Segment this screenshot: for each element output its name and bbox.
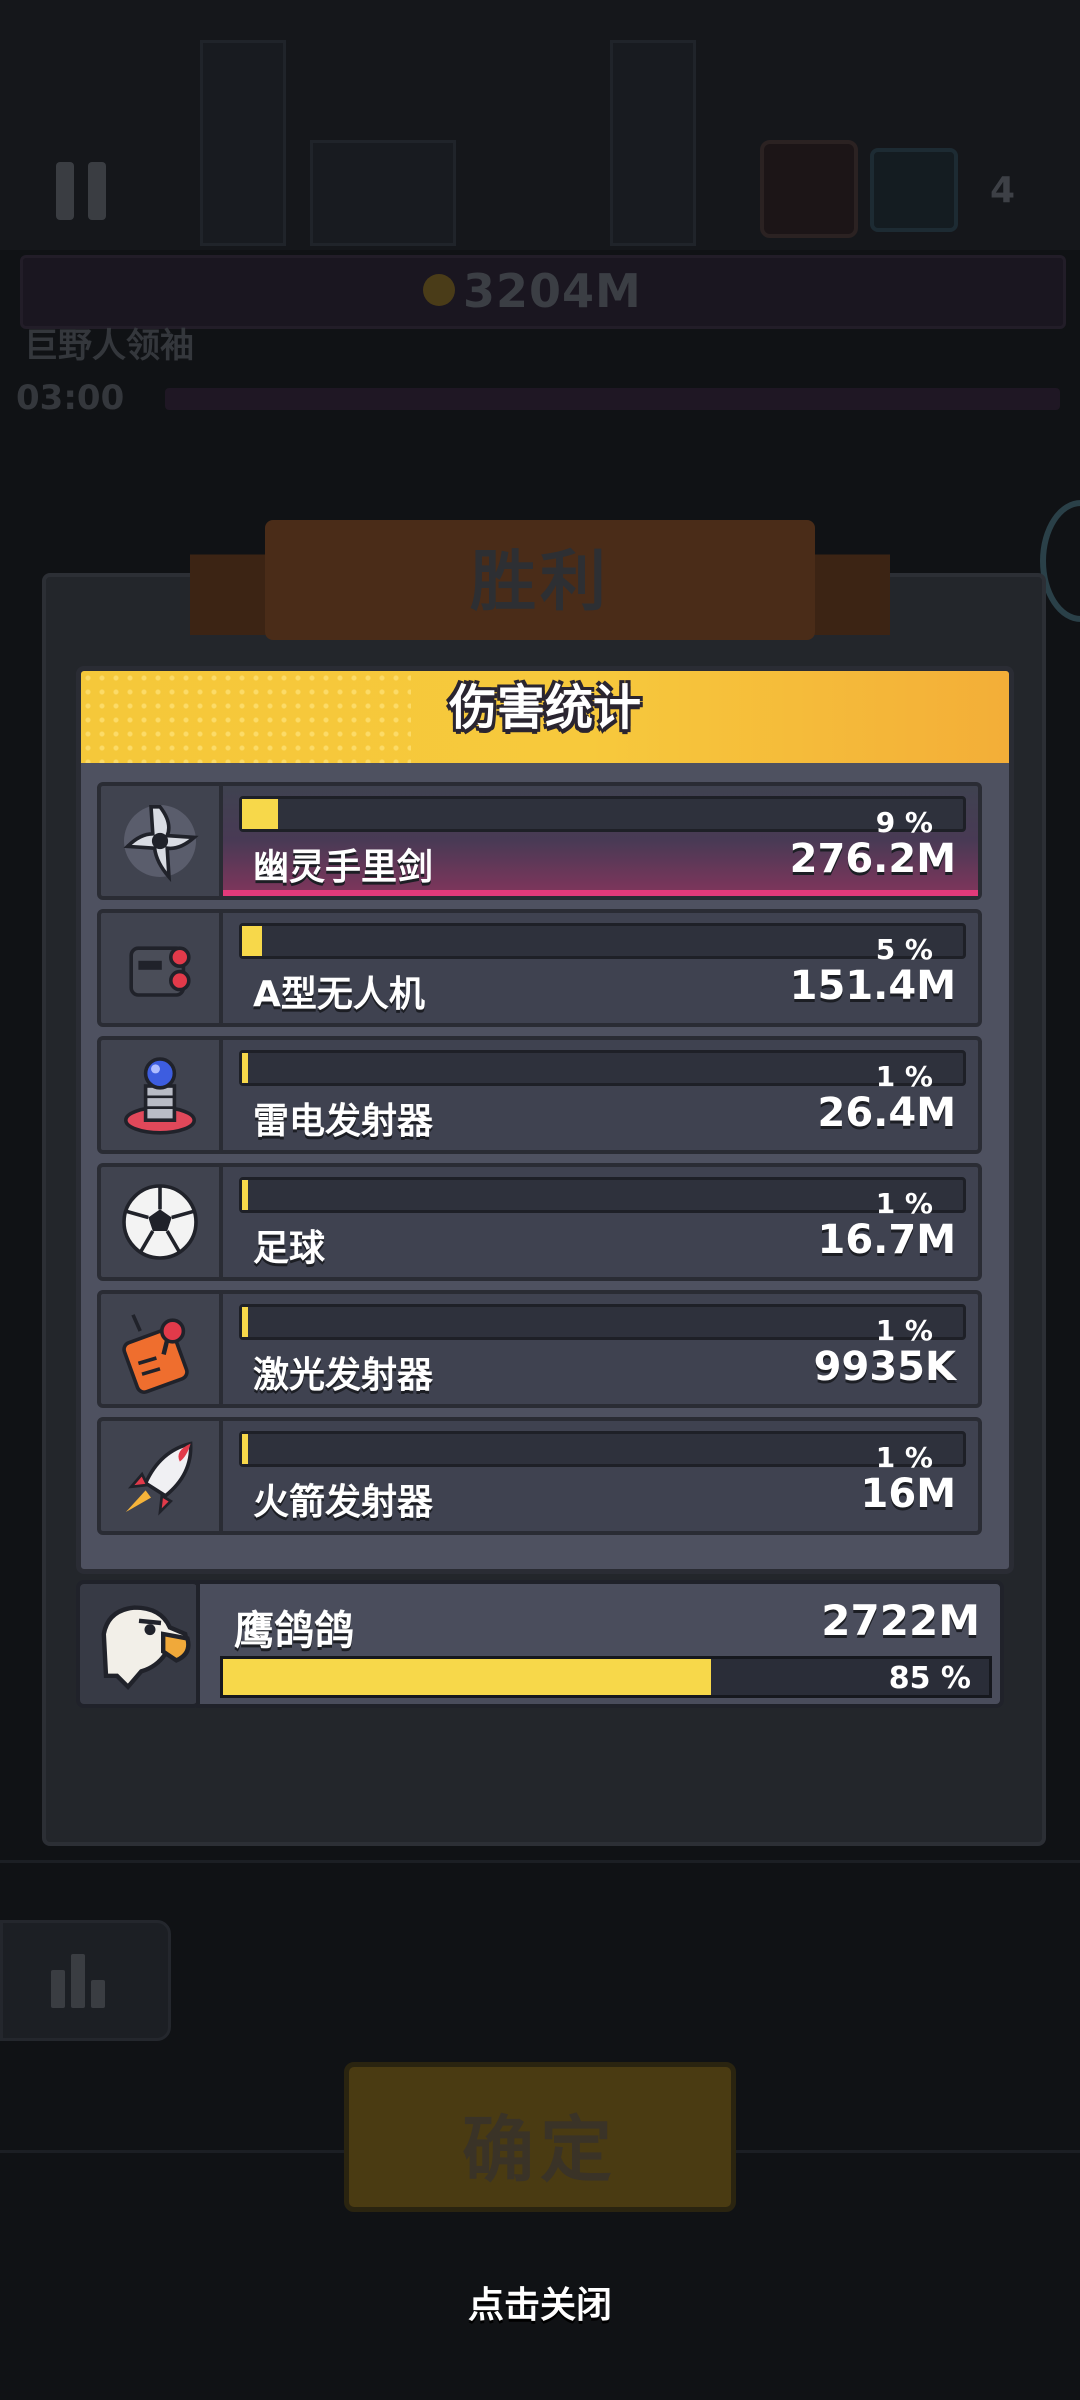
victory-title: 胜利 [470,543,610,620]
weapon-damage: 9935K [813,1344,956,1390]
weapon-damage-row: 1 % 雷电发射器 26.4M [97,1036,982,1154]
weapon-progress-fill [242,1180,248,1210]
weapon-row-body: 5 % A型无人机 151.4M [223,909,982,1027]
weapon-percent: 1 % [875,1441,933,1474]
weapon-row-body: 1 % 火箭发射器 16M [223,1417,982,1535]
background-crate [310,140,456,246]
weapon-icon-box [97,1417,223,1535]
confirm-button[interactable]: 确定 [344,2062,736,2212]
weapon-percent: 9 % [875,806,933,839]
weapon-name: 足球 [253,1228,326,1269]
chest-icon [870,148,958,232]
weapon-name: 幽灵手里剑 [253,847,434,888]
eagle-icon [101,1605,191,1691]
tap-to-close-hint[interactable]: 点击关闭 [0,2276,1080,2328]
weapon-progress-fill [242,926,262,956]
pet-icon-box [76,1580,201,1708]
weapon-progress-bar: 5 % [239,923,966,966]
drone-icon [115,923,205,1013]
wave-count: 4 [990,170,1016,211]
weapon-damage-row: 1 % 激光发射器 9935K [97,1290,982,1408]
weapon-damage-row: 1 % 火箭发射器 16M [97,1417,982,1535]
weapon-damage: 16.7M [817,1217,957,1263]
weapon-percent: 1 % [875,1187,933,1220]
weapon-row-body: 9 % 幽灵手里剑 276.2M [223,782,982,900]
weapon-damage-row: 5 % A型无人机 151.4M [97,909,982,1027]
weapon-damage: 276.2M [789,836,956,882]
background-pillar [200,40,286,246]
weapon-progress-fill [242,1307,248,1337]
coin-icon [423,274,455,306]
timer-bar [165,388,1060,410]
boss-name: 巨野人领袖 [24,326,194,366]
weapon-damage-row: 9 % 幽灵手里剑 276.2M [97,782,982,900]
weapon-progress-fill [242,799,278,829]
pause-button[interactable] [28,148,138,238]
weapon-damage: 26.4M [817,1090,957,1136]
rocket-launcher-icon [115,1431,205,1521]
weapon-percent: 5 % [875,933,933,966]
ghost-shuriken-icon [115,796,205,886]
pet-progress-bar: 85 % [220,1656,992,1698]
stats-chart-button[interactable] [0,1920,171,2041]
pet-body: 鹰鸽鸽 2722M 85 % [196,1580,1004,1708]
weapon-row-body: 1 % 雷电发射器 26.4M [223,1036,982,1154]
bar-chart-icon [51,1970,65,2008]
side-ring-icon [1040,500,1080,622]
weapon-progress-fill [242,1434,248,1464]
weapon-damage: 151.4M [789,963,956,1009]
weapon-icon-box [97,1290,223,1408]
weapon-icon-box [97,1036,223,1154]
laser-emitter-icon [115,1304,205,1394]
weapon-row-body: 1 % 足球 16.7M [223,1163,982,1281]
weapon-percent: 1 % [875,1060,933,1093]
weapon-name: A型无人机 [253,974,425,1015]
weapon-name: 火箭发射器 [253,1482,434,1523]
pause-icon [56,162,74,220]
damage-stats-title: 伤害统计 [448,680,641,736]
weapon-row-body: 1 % 激光发射器 9935K [223,1290,982,1408]
weapon-name: 雷电发射器 [253,1101,434,1142]
weapon-progress-bar: 1 % [239,1050,966,1093]
weapon-progress-bar: 1 % [239,1177,966,1220]
weapon-icon-box [97,909,223,1027]
lightning-emitter-icon [115,1050,205,1140]
pet-name: 鹰鸽鸽 [234,1608,354,1654]
weapon-name: 激光发射器 [253,1355,434,1396]
background-pillar [610,40,696,246]
soccer-ball-icon [115,1177,205,1267]
weapon-progress-bar: 1 % [239,1304,966,1347]
pet-damage-row: 鹰鸽鸽 2722M 85 % [76,1580,1004,1708]
pet-damage: 2722M [821,1596,980,1645]
weapon-percent: 1 % [875,1314,933,1347]
weapon-damage-row: 1 % 足球 16.7M [97,1163,982,1281]
timer-text: 03:00 [16,378,125,418]
weapon-progress-bar: 1 % [239,1431,966,1474]
weapon-damage: 16M [860,1471,956,1517]
score-text: 3204M [463,264,642,318]
weapon-icon-box [97,782,223,900]
weapon-progress-fill [242,1053,248,1083]
pet-progress-fill [223,1659,711,1695]
weapon-progress-bar: 9 % [239,796,966,839]
confirm-label: 确定 [461,2108,618,2192]
pet-percent: 85 % [888,1661,971,1696]
enemy-face-icon [760,140,858,238]
weapon-icon-box [97,1163,223,1281]
